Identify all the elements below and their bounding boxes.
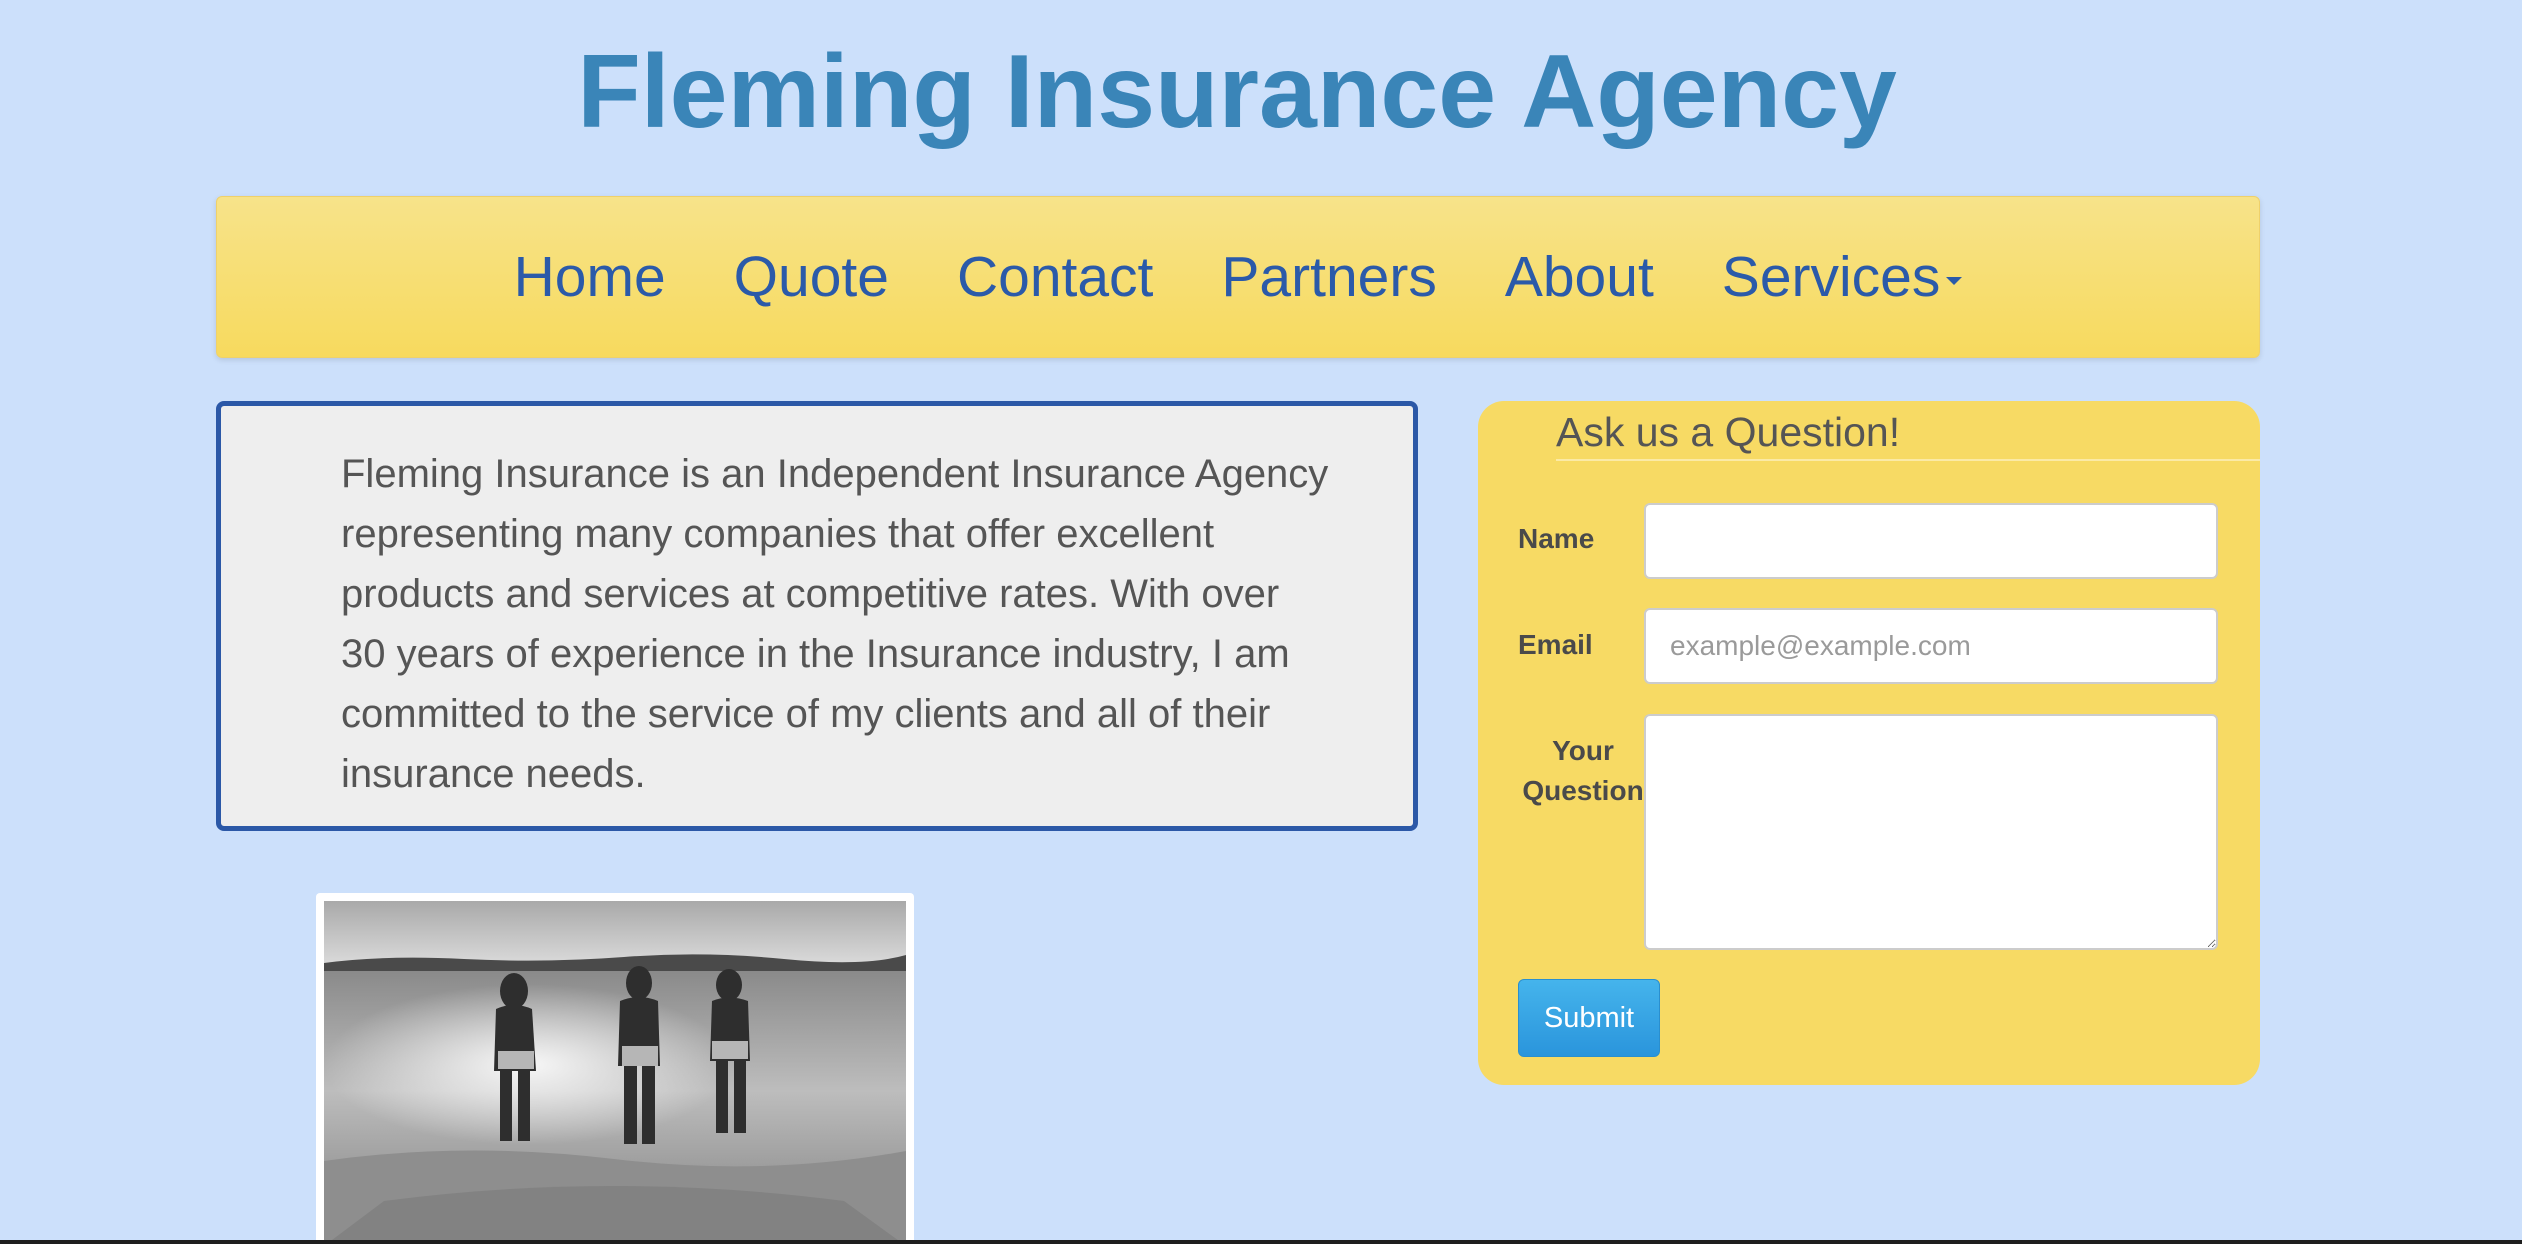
beach-photo-frame — [316, 893, 914, 1244]
question-form-panel: Ask us a Question! Name Email Your Quest… — [1478, 401, 2260, 1085]
name-label: Name — [1518, 523, 1595, 554]
nav-item-about[interactable]: About — [1471, 244, 1688, 310]
caret-down-icon — [1946, 276, 1963, 285]
nav-item-quote[interactable]: Quote — [700, 244, 923, 310]
question-textarea[interactable] — [1644, 714, 2218, 950]
nav-item-partners[interactable]: Partners — [1187, 244, 1470, 310]
bottom-edge — [0, 1240, 2522, 1244]
question-label: Your Question — [1522, 735, 1644, 806]
nav-item-home[interactable]: Home — [480, 244, 700, 310]
submit-button[interactable]: Submit — [1518, 979, 1660, 1057]
form-title: Ask us a Question! — [1556, 409, 1901, 455]
nav-list: Home Quote Contact Partners About Servic… — [217, 197, 2259, 357]
name-input[interactable] — [1644, 503, 2218, 579]
beach-photo — [324, 901, 906, 1244]
nav-item-services[interactable]: Services — [1688, 244, 1997, 310]
site-title: Fleming Insurance Agency — [577, 34, 1897, 150]
main-navbar: Home Quote Contact Partners About Servic… — [216, 196, 2260, 358]
about-box: Fleming Insurance is an Independent Insu… — [216, 401, 1418, 831]
about-text: Fleming Insurance is an Independent Insu… — [341, 452, 1329, 796]
form-divider — [1556, 459, 2260, 461]
nav-item-contact[interactable]: Contact — [923, 244, 1187, 310]
email-label: Email — [1518, 629, 1593, 660]
nav-item-services-label: Services — [1721, 245, 1941, 309]
email-input[interactable] — [1644, 608, 2218, 684]
